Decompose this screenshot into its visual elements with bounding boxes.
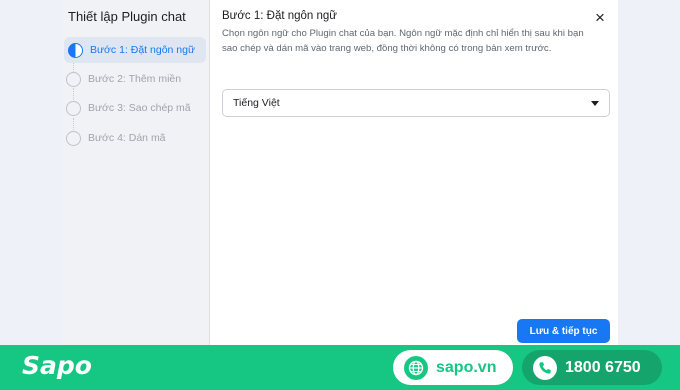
step-paste-code[interactable]: Bước 4: Dán mã [62,125,204,151]
step-circle-icon [66,130,81,146]
step-heading: Bước 1: Đặt ngôn ngữ [222,10,337,22]
step-set-language[interactable]: Bước 1: Đặt ngôn ngữ [64,37,206,63]
sapo-logo: Sapo [22,351,92,380]
website-text: sapo.vn [436,358,497,376]
hotline-text: 1800 6750 [565,358,641,376]
language-select-value: Tiếng Việt [233,97,280,109]
step-label: Bước 2: Thêm miền [88,73,182,85]
step-copy-code[interactable]: Bước 3: Sao chép mã [62,95,204,121]
hotline-pill[interactable]: 1800 6750 [522,350,662,385]
step-add-domain[interactable]: Bước 2: Thêm miền [62,66,204,92]
step-label: Bước 3: Sao chép mã [88,102,191,114]
step-circle-icon [66,71,81,87]
save-continue-button[interactable]: Lưu & tiếp tục [517,319,610,343]
language-select[interactable]: Tiếng Việt [222,89,610,117]
step-description: Chọn ngôn ngữ cho Plugin chat của bạn. N… [222,28,584,54]
backdrop-left [0,0,62,345]
plugin-setup-dialog: Thiết lập Plugin chat Bước 1: Đặt ngôn n… [62,0,618,345]
sidebar-title: Thiết lập Plugin chat [68,9,186,24]
step-progress-icon [68,42,83,58]
sapo-footer-banner: Sapo sapo.vn 1800 6750 [0,345,680,390]
step-label: Bước 4: Dán mã [88,132,166,144]
step-circle-icon [66,100,81,116]
globe-icon [404,355,428,380]
phone-icon [533,355,557,380]
website-pill[interactable]: sapo.vn [393,350,513,385]
setup-sidebar: Thiết lập Plugin chat Bước 1: Đặt ngôn n… [62,0,210,345]
close-icon[interactable]: × [591,8,609,26]
step-content: Bước 1: Đặt ngôn ngữ × Chọn ngôn ngữ cho… [210,0,618,345]
backdrop-right [618,0,680,345]
step-label: Bước 1: Đặt ngôn ngữ [90,44,195,56]
chevron-down-icon [591,100,599,106]
